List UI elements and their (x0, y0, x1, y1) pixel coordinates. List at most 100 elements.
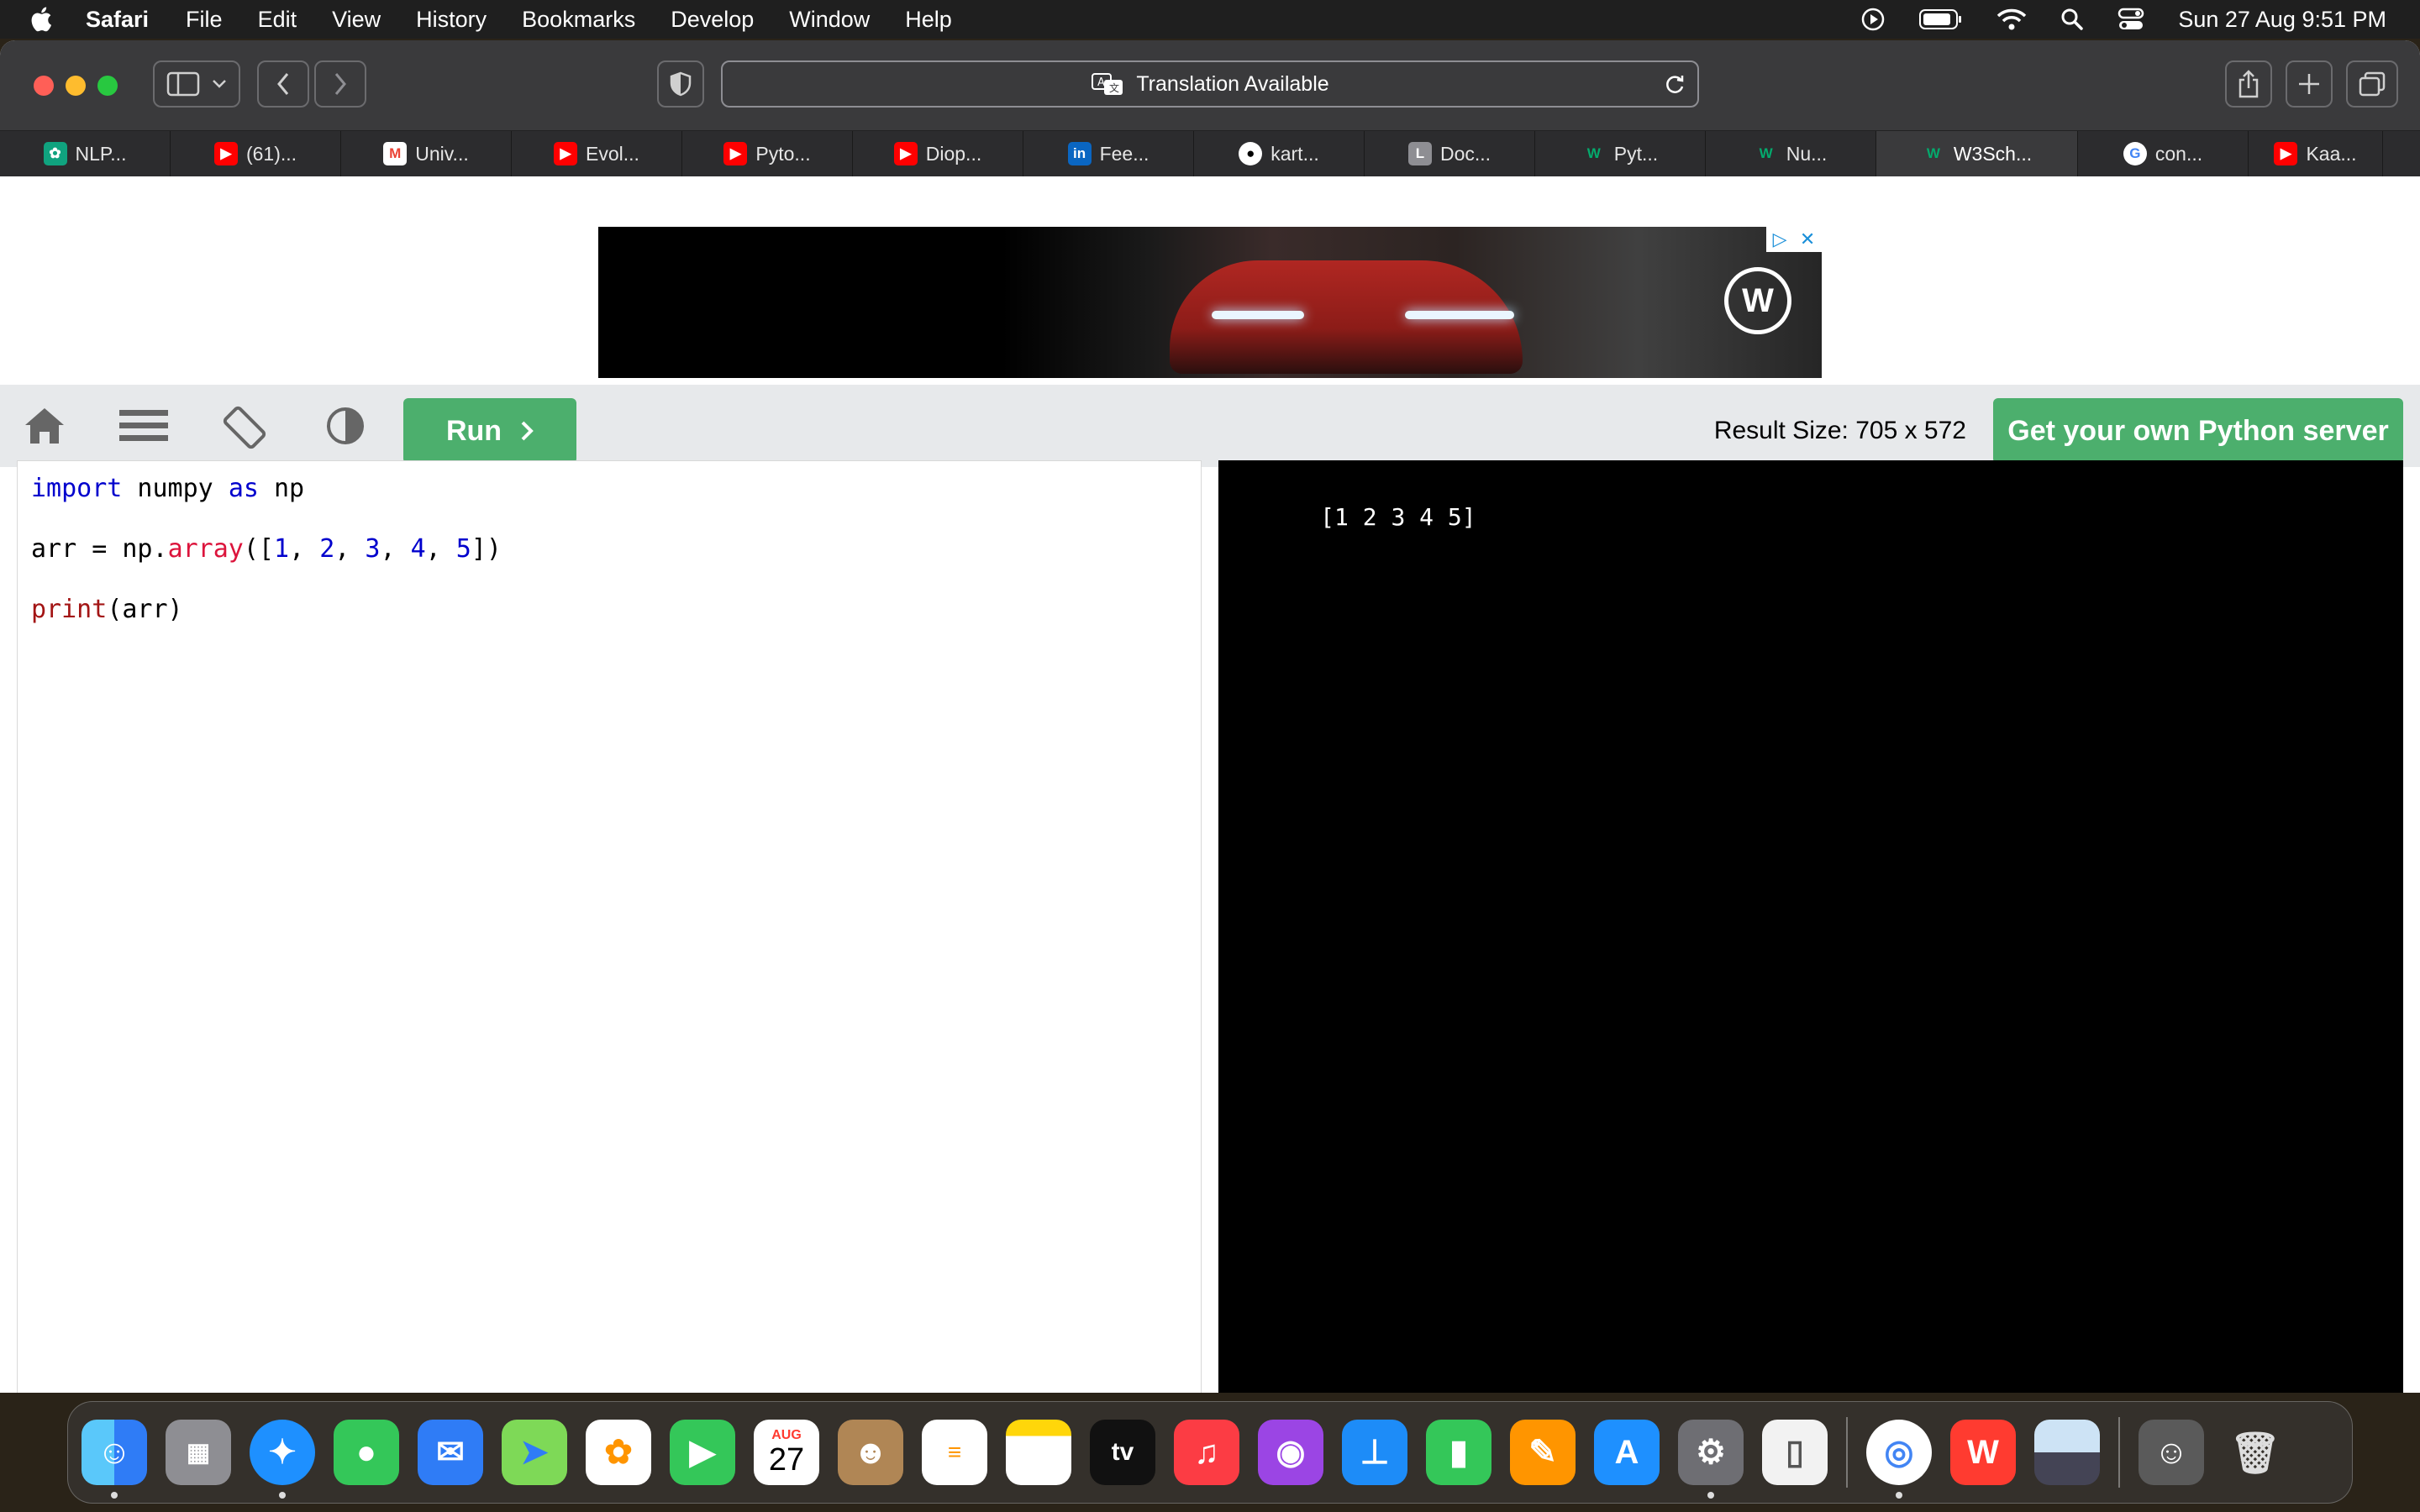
tab-gmail-univ[interactable]: M Univ... (341, 131, 512, 176)
wifi-icon[interactable] (1996, 8, 2027, 31)
get-own-server-button[interactable]: Get your own Python server (1993, 398, 2403, 464)
result-panel: [1 2 3 4 5] (1218, 460, 2403, 1393)
tab-overview-button[interactable] (2346, 60, 2398, 108)
reminders-icon[interactable]: ≡ (922, 1420, 987, 1485)
image-preview-icon[interactable] (2034, 1420, 2100, 1485)
ad-close-icon[interactable]: ✕ (1800, 228, 1815, 250)
battery-icon[interactable] (1919, 8, 1963, 30)
calendar-month: AUG (771, 1428, 802, 1442)
tab-doc[interactable]: L Doc... (1365, 131, 1535, 176)
apple-tv-icon[interactable]: tv (1090, 1420, 1155, 1485)
contacts-icon[interactable]: ☻ (838, 1420, 903, 1485)
tab-label: NLP... (75, 142, 127, 165)
control-center-icon[interactable] (2118, 8, 2144, 31)
w3schools-icon: W (1926, 145, 1940, 161)
menu-help[interactable]: Help (905, 7, 952, 33)
rotate-layout-icon[interactable] (220, 405, 269, 450)
code-line-3: print(arr) (31, 595, 183, 624)
web-page: W ▷ ✕ Run Result Size: 705 x 572 Get you… (0, 176, 2420, 1393)
editor-toolbar: Run Result Size: 705 x 572 Get your own … (0, 385, 2420, 467)
tab-bar: ✿ NLP... ▶ (61)... M Univ... ▶ Evol... ▶ Pyto… (0, 131, 2420, 176)
pages-icon[interactable]: ✎ (1510, 1420, 1576, 1485)
menu-bookmarks[interactable]: Bookmarks (522, 7, 635, 33)
browser-toolbar: A文 Translation Available (0, 40, 2420, 131)
tab-linkedin-fee[interactable]: in Fee... (1023, 131, 1194, 176)
share-button[interactable] (2225, 60, 2272, 108)
tab-label: (61)... (245, 142, 297, 165)
keynote-icon[interactable]: ⊥ (1342, 1420, 1407, 1485)
back-button[interactable] (257, 60, 309, 108)
mail-icon[interactable]: ✉ (418, 1420, 483, 1485)
ad-info-icon[interactable]: ▷ (1773, 228, 1787, 250)
zoom-window-button[interactable] (97, 76, 118, 96)
code-editor[interactable]: import numpy as np arr = np.array([1, 2,… (17, 460, 1202, 1393)
chrome-icon[interactable]: ◎ (1866, 1420, 1932, 1499)
trash-icon[interactable]: 🗑 (2223, 1420, 2288, 1485)
tab-w3schools-active[interactable]: W W3Sch... (1876, 131, 2078, 176)
facetime-icon[interactable]: ▶ (670, 1420, 735, 1485)
menu-safari[interactable]: Safari (86, 7, 149, 33)
launchpad-icon[interactable]: ▦ (166, 1420, 231, 1485)
photos-icon[interactable]: ✿ (586, 1420, 651, 1485)
menu-file[interactable]: File (186, 7, 223, 33)
spotlight-search-icon[interactable] (2060, 8, 2084, 31)
notes-icon[interactable] (1006, 1420, 1071, 1485)
reload-icon[interactable] (1664, 74, 1686, 96)
translate-icon[interactable]: A文 (1091, 71, 1124, 97)
tab-youtube-diop[interactable]: ▶ Diop... (853, 131, 1023, 176)
menu-view[interactable]: View (332, 7, 381, 33)
safari-icon[interactable]: ✦ (250, 1420, 315, 1499)
car-headlight (1405, 311, 1514, 319)
sidebar-toggle-button[interactable] (153, 60, 240, 108)
advertisement-banner[interactable]: W ▷ ✕ (598, 227, 1822, 378)
menu-icon[interactable] (119, 405, 168, 447)
play-circle-icon[interactable] (1860, 7, 1886, 32)
new-tab-button[interactable] (2286, 60, 2333, 108)
tab-google-con[interactable]: Gcon... (2078, 131, 2249, 176)
svg-text:文: 文 (1109, 81, 1119, 94)
run-button[interactable]: Run (403, 398, 576, 464)
tab-github-kart[interactable]: ● kart... (1194, 131, 1365, 176)
maps-icon[interactable]: ➤ (502, 1420, 567, 1485)
numbers-icon[interactable]: ▮ (1426, 1420, 1491, 1485)
safari-window: A文 Translation Available ✿ NLP... ▶ (61)..… (0, 40, 2420, 1393)
podcasts-icon[interactable]: ◉ (1258, 1420, 1323, 1485)
wps-office-icon[interactable]: W (1950, 1420, 2016, 1485)
tab-youtube-kaa[interactable]: ▶ Kaa... (2249, 131, 2383, 176)
tab-nlp[interactable]: ✿ NLP... (0, 131, 171, 176)
system-settings-icon[interactable]: ⚙ (1678, 1420, 1744, 1499)
minimize-window-button[interactable] (66, 76, 86, 96)
menu-window[interactable]: Window (789, 7, 870, 33)
apple-icon[interactable] (29, 5, 57, 34)
preview-icon[interactable]: ▯ (1762, 1420, 1828, 1485)
theme-toggle-icon[interactable] (324, 405, 366, 447)
music-icon[interactable]: ♫ (1174, 1420, 1239, 1485)
tab-w3-pyt[interactable]: W Pyt... (1535, 131, 1706, 176)
address-bar[interactable]: A文 Translation Available (721, 60, 1699, 108)
chevron-down-icon (213, 80, 226, 88)
privacy-report-button[interactable] (657, 60, 704, 108)
close-window-button[interactable] (34, 76, 54, 96)
calendar-icon[interactable]: AUG 27 (754, 1420, 819, 1485)
dock: ☺ ▦ ✦ ● ✉ ➤ ✿ ▶ AUG 27 ☻ ≡ tv ♫ ◉ ⊥ ▮ ✎ … (67, 1401, 2353, 1504)
youtube-icon: ▶ (893, 142, 918, 165)
youtube-icon: ▶ (213, 142, 238, 165)
tab-youtube-evol[interactable]: ▶ Evol... (512, 131, 682, 176)
tab-youtube-61[interactable]: ▶ (61)... (171, 131, 341, 176)
tab-w3-nu[interactable]: W Nu... (1706, 131, 1876, 176)
downloads-stack-icon[interactable]: ☺ (2139, 1420, 2204, 1485)
finder-icon[interactable]: ☺ (82, 1420, 147, 1499)
menu-edit[interactable]: Edit (258, 7, 297, 33)
menu-history[interactable]: History (416, 7, 487, 33)
tab-label: kart... (1270, 142, 1319, 165)
tab-label: Fee... (1099, 142, 1150, 165)
home-icon[interactable] (22, 405, 67, 447)
tab-youtube-pyto[interactable]: ▶ Pyto... (682, 131, 853, 176)
messages-icon[interactable]: ● (334, 1420, 399, 1485)
forward-button[interactable] (314, 60, 366, 108)
menubar-clock[interactable]: Sun 27 Aug 9:51 PM (2178, 7, 2386, 33)
app-store-icon[interactable]: A (1594, 1420, 1660, 1485)
chatgpt-icon: ✿ (43, 142, 67, 165)
ad-choices[interactable]: ▷ ✕ (1766, 227, 1822, 252)
menu-develop[interactable]: Develop (671, 7, 754, 33)
